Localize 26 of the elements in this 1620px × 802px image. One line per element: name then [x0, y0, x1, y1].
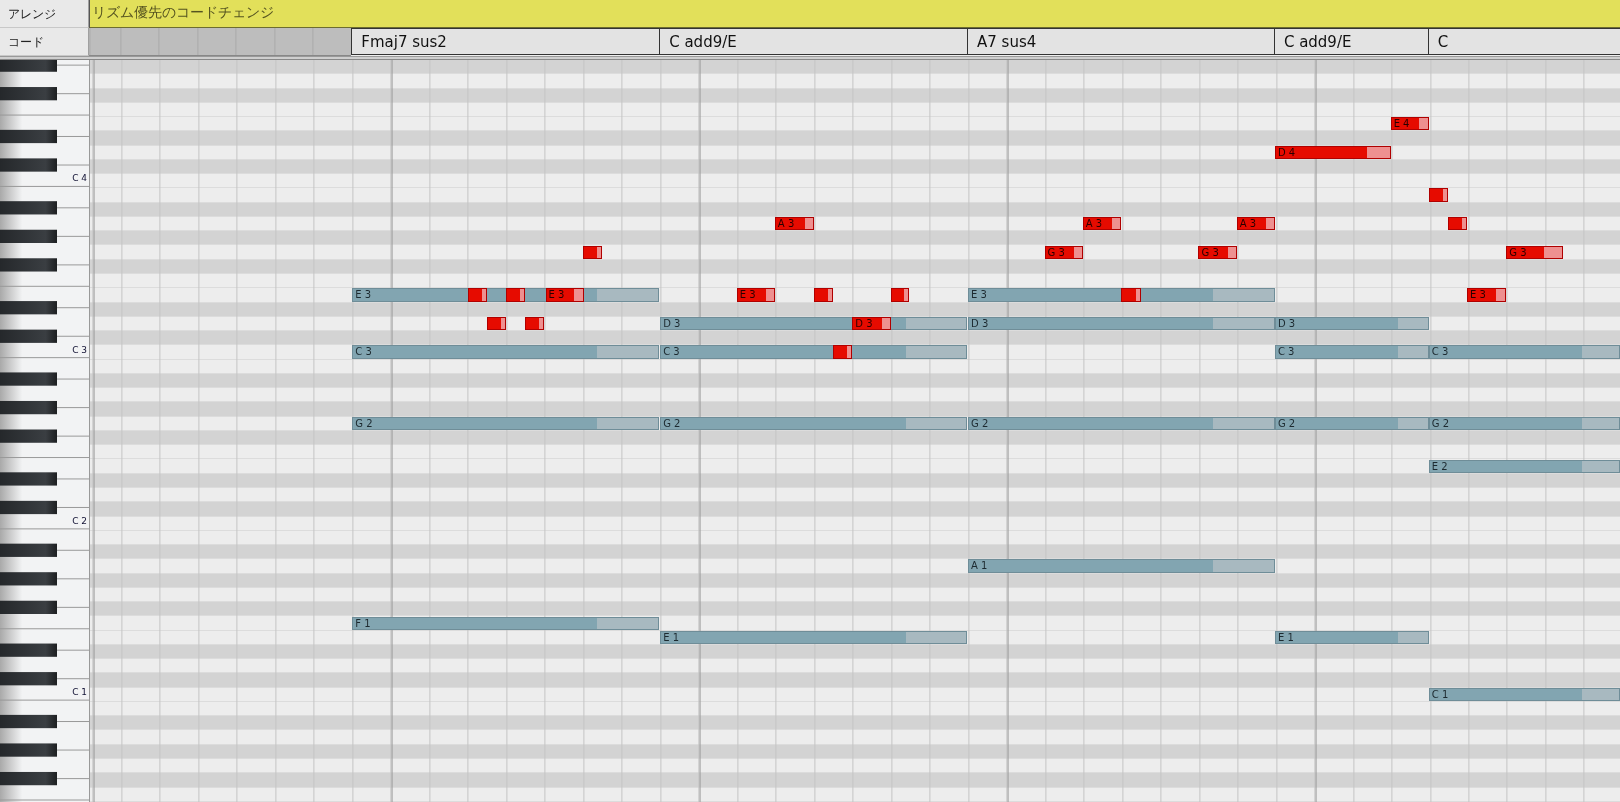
note-block[interactable]: C 3	[660, 345, 968, 359]
chord-block[interactable]: A7 sus4	[967, 28, 1274, 55]
chord-block[interactable]: C	[1427, 28, 1620, 55]
note-block[interactable]: C 3	[1274, 345, 1429, 359]
octave-label: C 2	[72, 516, 87, 526]
track-label: コード	[0, 28, 89, 56]
note-block[interactable]: E 3	[1467, 288, 1507, 302]
note-block[interactable]: E 3	[736, 288, 775, 302]
octave-label: C 4	[72, 174, 87, 184]
arrange-section-block[interactable]: リズム優先のコードチェンジ	[89, 0, 1620, 28]
octave-label: C 1	[72, 687, 87, 697]
octave-label: C 3	[72, 345, 87, 355]
note-block[interactable]: E 3	[968, 288, 1275, 302]
note-block[interactable]	[468, 288, 487, 302]
chord-block[interactable]: C add9/E	[659, 28, 968, 55]
note-block[interactable]: E 4	[1390, 117, 1429, 131]
track-label: アレンジ	[0, 0, 89, 28]
note-block[interactable]	[814, 288, 833, 302]
piano-keyboard-drawing[interactable]	[0, 60, 89, 802]
note-block[interactable]: A 1	[968, 559, 1275, 573]
note-block[interactable]	[506, 288, 525, 302]
note-block[interactable]: E 3	[545, 288, 584, 302]
note-block[interactable]: C 3	[352, 345, 660, 359]
chord-block[interactable]: C add9/E	[1273, 28, 1428, 55]
note-block[interactable]: C 3	[1428, 345, 1620, 359]
chord-block[interactable]: Fmaj7 sus2	[351, 28, 660, 55]
